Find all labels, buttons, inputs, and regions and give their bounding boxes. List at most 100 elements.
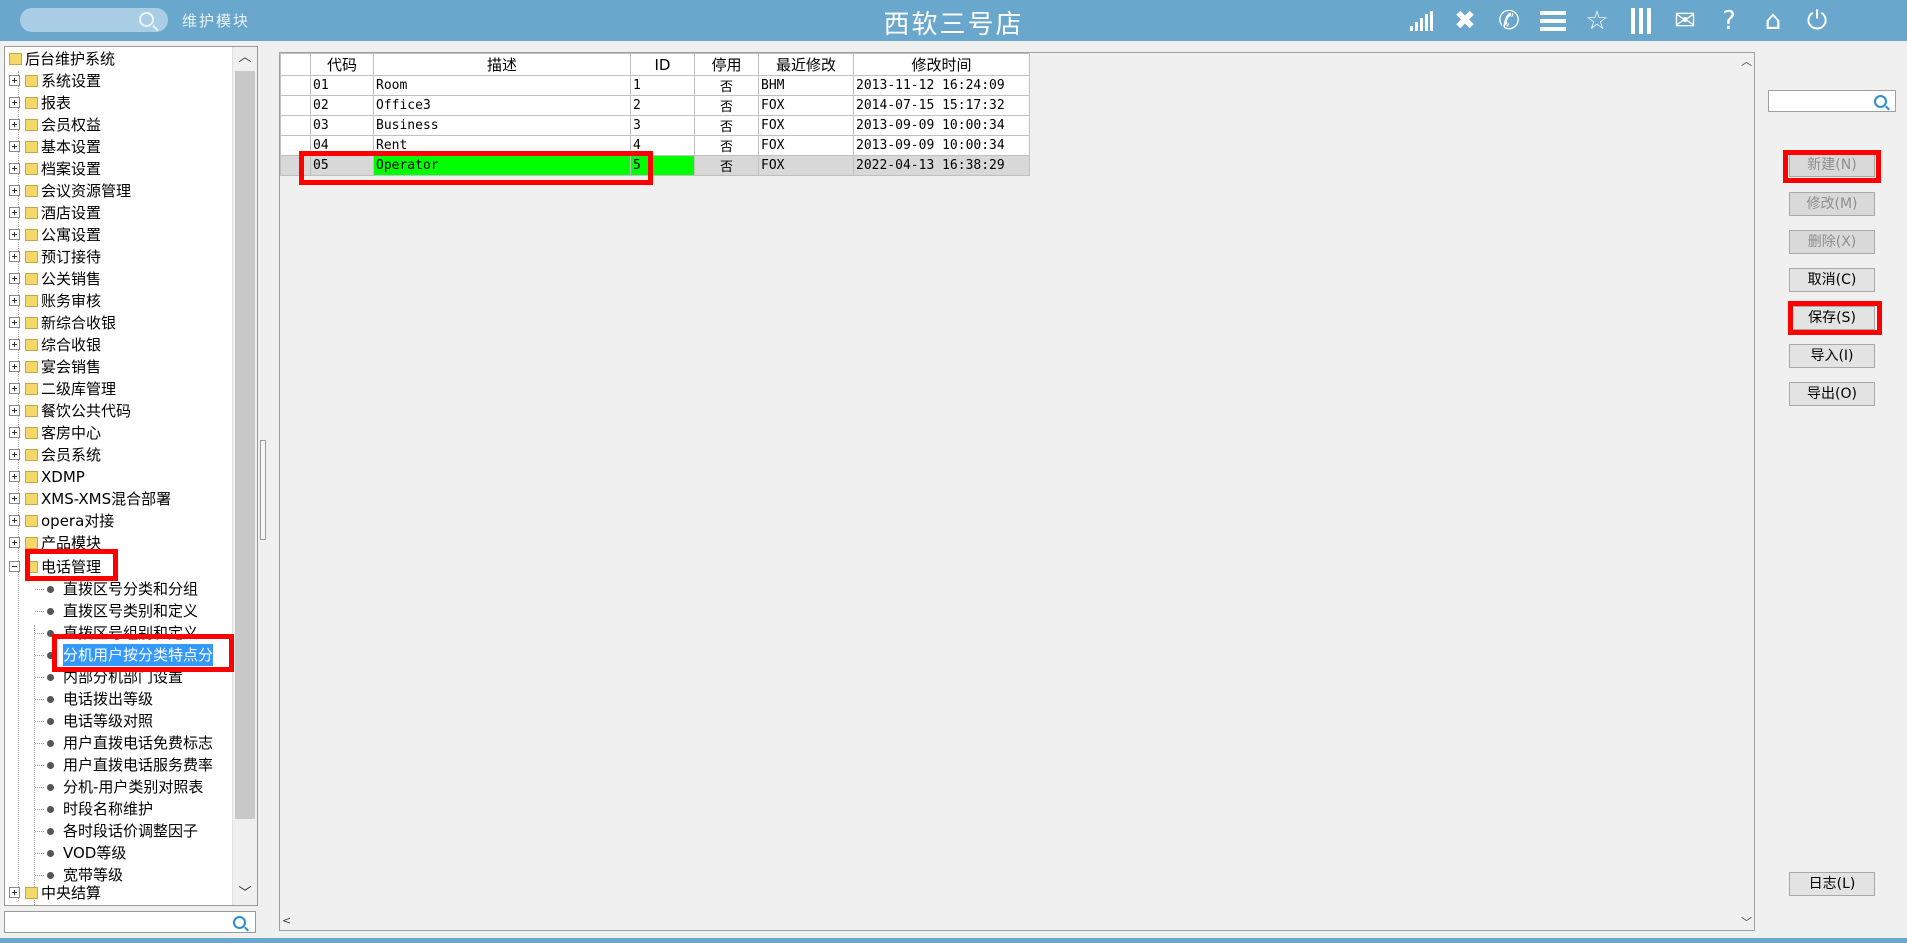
grid-vertical-scrollbar[interactable]: ︿ ﹀ bbox=[1738, 53, 1754, 930]
expand-icon[interactable] bbox=[9, 317, 20, 328]
cell-description[interactable]: Room bbox=[373, 75, 631, 96]
expand-icon[interactable] bbox=[9, 383, 20, 394]
expand-icon[interactable] bbox=[9, 163, 20, 174]
table-row[interactable]: 02 Office3 2 否 FOX 2014-07-15 15:17:32 bbox=[280, 95, 1030, 116]
tools-icon[interactable]: ✖ bbox=[1447, 4, 1483, 38]
cell-id[interactable]: 5 bbox=[630, 155, 695, 176]
cell-disabled[interactable]: 否 bbox=[694, 115, 759, 136]
cell-disabled[interactable]: 否 bbox=[694, 155, 759, 176]
tree-scrollbar[interactable]: ︿ ﹀ bbox=[232, 47, 257, 905]
expand-icon[interactable] bbox=[9, 427, 20, 438]
cell-time[interactable]: 2022-04-13 16:38:29 bbox=[853, 155, 1030, 176]
tree-search-input[interactable] bbox=[4, 911, 256, 933]
cell-code[interactable]: 01 bbox=[310, 75, 374, 96]
import-button[interactable]: 导入(I) bbox=[1789, 344, 1875, 368]
cell-disabled[interactable]: 否 bbox=[694, 75, 759, 96]
row-indicator[interactable] bbox=[280, 115, 311, 136]
panel-splitter[interactable] bbox=[260, 440, 266, 540]
expand-icon[interactable] bbox=[9, 185, 20, 196]
signal-icon[interactable] bbox=[1403, 4, 1439, 38]
expand-icon[interactable] bbox=[9, 273, 20, 284]
cell-modifier[interactable]: BHM bbox=[758, 75, 854, 96]
cancel-button[interactable]: 取消(C) bbox=[1789, 268, 1875, 292]
mail-icon[interactable]: ✉ bbox=[1667, 4, 1703, 38]
column-header[interactable]: ID bbox=[630, 53, 695, 76]
column-header[interactable]: 修改时间 bbox=[853, 53, 1030, 76]
search-icon[interactable] bbox=[1874, 95, 1887, 108]
home-icon[interactable]: ⌂ bbox=[1755, 4, 1791, 38]
cell-disabled[interactable]: 否 bbox=[694, 135, 759, 156]
search-icon[interactable] bbox=[233, 916, 246, 929]
table-row[interactable]: 03 Business 3 否 FOX 2013-09-09 10:00:34 bbox=[280, 115, 1030, 136]
expand-icon[interactable] bbox=[9, 119, 20, 130]
log-button[interactable]: 日志(L) bbox=[1789, 872, 1875, 896]
cell-modifier[interactable]: FOX bbox=[758, 155, 854, 176]
cell-id[interactable]: 3 bbox=[630, 115, 695, 136]
cell-code[interactable]: 05 bbox=[310, 155, 374, 176]
row-indicator[interactable] bbox=[280, 155, 311, 176]
expand-icon[interactable] bbox=[9, 97, 20, 108]
cell-id[interactable]: 1 bbox=[630, 75, 695, 96]
expand-icon[interactable] bbox=[9, 339, 20, 350]
column-header[interactable]: 停用 bbox=[694, 53, 759, 76]
scroll-up-icon[interactable]: ︿ bbox=[233, 47, 257, 69]
cell-time[interactable]: 2013-09-09 10:00:34 bbox=[853, 115, 1030, 136]
cell-code[interactable]: 04 bbox=[310, 135, 374, 156]
cell-modifier[interactable]: FOX bbox=[758, 115, 854, 136]
cell-code[interactable]: 03 bbox=[310, 115, 374, 136]
export-button[interactable]: 导出(O) bbox=[1789, 382, 1875, 406]
scroll-down-icon[interactable]: ﹀ bbox=[233, 883, 257, 905]
search-icon[interactable] bbox=[139, 12, 154, 27]
modify-button[interactable]: 修改(M) bbox=[1789, 192, 1875, 216]
table-row[interactable]: 05 Operator 5 否 FOX 2022-04-13 16:38:29 bbox=[280, 155, 1030, 176]
cell-id[interactable]: 4 bbox=[630, 135, 695, 156]
cell-disabled[interactable]: 否 bbox=[694, 95, 759, 116]
expand-icon[interactable] bbox=[9, 537, 20, 548]
cell-description[interactable]: Operator bbox=[373, 155, 631, 176]
scroll-up-icon[interactable]: ︿ bbox=[1741, 53, 1752, 69]
phone-icon[interactable]: ✆ bbox=[1491, 4, 1527, 38]
cell-id[interactable]: 2 bbox=[630, 95, 695, 116]
cell-description[interactable]: Rent bbox=[373, 135, 631, 156]
cell-code[interactable]: 02 bbox=[310, 95, 374, 116]
table-row[interactable]: 01 Room 1 否 BHM 2013-11-12 16:24:09 bbox=[280, 75, 1030, 96]
column-header[interactable]: 代码 bbox=[310, 53, 374, 76]
star-icon[interactable]: ☆ bbox=[1579, 4, 1615, 38]
expand-icon[interactable] bbox=[9, 515, 20, 526]
expand-icon[interactable] bbox=[9, 207, 20, 218]
cell-time[interactable]: 2013-11-12 16:24:09 bbox=[853, 75, 1030, 96]
help-icon[interactable]: ? bbox=[1711, 4, 1747, 38]
cell-description[interactable]: Business bbox=[373, 115, 631, 136]
save-button[interactable]: 保存(S) bbox=[1789, 306, 1875, 330]
power-icon[interactable]: ⏻ bbox=[1799, 4, 1835, 38]
scroll-thumb[interactable] bbox=[235, 71, 255, 819]
row-indicator[interactable] bbox=[280, 75, 311, 96]
scroll-down-icon[interactable]: ﹀ bbox=[1741, 914, 1752, 930]
column-header[interactable]: 最近修改 bbox=[758, 53, 854, 76]
columns-icon[interactable] bbox=[1623, 4, 1659, 38]
expand-icon[interactable] bbox=[9, 251, 20, 262]
expand-icon[interactable] bbox=[9, 887, 20, 898]
delete-button[interactable]: 删除(X) bbox=[1789, 230, 1875, 254]
row-indicator[interactable] bbox=[280, 95, 311, 116]
expand-icon[interactable] bbox=[9, 361, 20, 372]
expand-icon[interactable] bbox=[9, 405, 20, 416]
menu-icon[interactable] bbox=[1535, 4, 1571, 38]
cell-modifier[interactable]: FOX bbox=[758, 95, 854, 116]
expand-icon[interactable] bbox=[9, 493, 20, 504]
cell-modifier[interactable]: FOX bbox=[758, 135, 854, 156]
global-search-input[interactable] bbox=[20, 8, 168, 32]
collapse-icon[interactable] bbox=[9, 561, 20, 572]
cell-time[interactable]: 2013-09-09 10:00:34 bbox=[853, 135, 1030, 156]
expand-icon[interactable] bbox=[9, 141, 20, 152]
column-header[interactable]: 描述 bbox=[373, 53, 631, 76]
expand-icon[interactable] bbox=[9, 471, 20, 482]
expand-icon[interactable] bbox=[9, 229, 20, 240]
expand-icon[interactable] bbox=[9, 295, 20, 306]
expand-icon[interactable] bbox=[9, 75, 20, 86]
grid-horizontal-scrollbar[interactable]: < bbox=[280, 914, 1738, 930]
expand-icon[interactable] bbox=[9, 449, 20, 460]
table-row[interactable]: 04 Rent 4 否 FOX 2013-09-09 10:00:34 bbox=[280, 135, 1030, 156]
cell-description[interactable]: Office3 bbox=[373, 95, 631, 116]
cell-time[interactable]: 2014-07-15 15:17:32 bbox=[853, 95, 1030, 116]
